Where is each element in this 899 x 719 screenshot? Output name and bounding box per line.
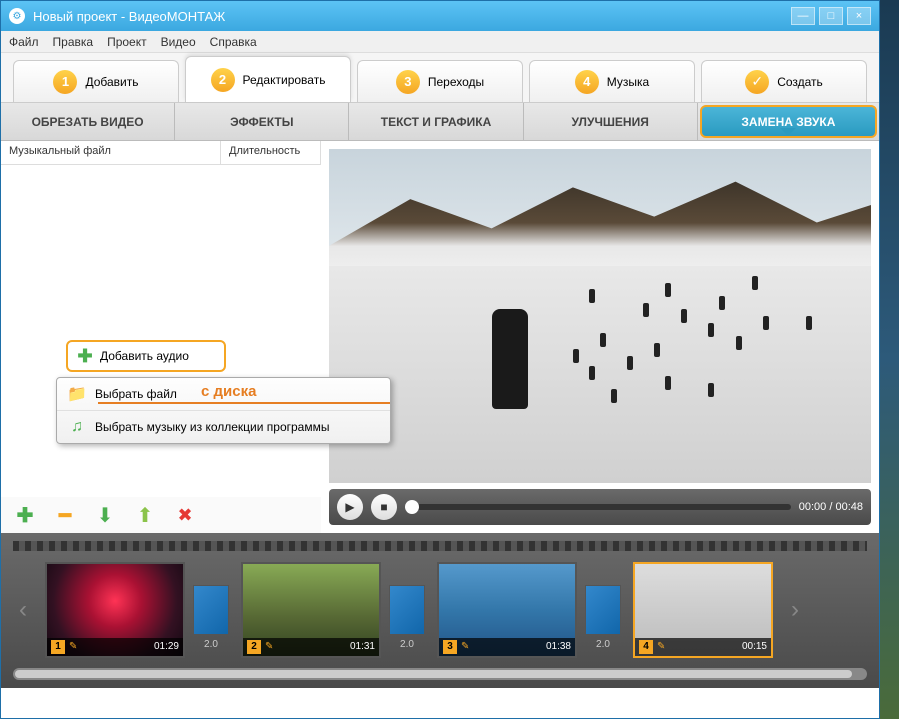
timeline: ‹ 1 ✎ 01:29 2.0 2: [1, 533, 879, 688]
clip-3-num: 3: [443, 640, 457, 654]
plus-icon: ✚: [76, 347, 94, 365]
list-remove-button[interactable]: ━: [53, 503, 77, 527]
list-header: Музыкальный файл Длительность: [1, 141, 321, 165]
step-add-label: Добавить: [85, 75, 138, 89]
tab-create[interactable]: ✓ Создать: [701, 60, 867, 102]
clips-row: ‹ 1 ✎ 01:29 2.0 2: [13, 557, 867, 662]
clip-1[interactable]: 1 ✎ 01:29: [45, 562, 185, 658]
annotation-text: с диска: [201, 383, 256, 400]
app-window: ⚙ Новый проект - ВидеоМОНТАЖ — □ × Файл …: [0, 0, 880, 719]
menubar: Файл Правка Проект Видео Справка: [1, 31, 879, 53]
menu-video[interactable]: Видео: [161, 35, 196, 49]
add-audio-label: Добавить аудио: [100, 349, 189, 363]
col-file[interactable]: Музыкальный файл: [1, 141, 221, 164]
app-icon: ⚙: [9, 8, 25, 24]
step-check-icon: ✓: [745, 70, 769, 94]
clip-2-time: 01:31: [350, 641, 375, 652]
preview-scene: [329, 149, 871, 483]
clip-4-edit-icon[interactable]: ✎: [657, 641, 665, 652]
clip-4-time: 00:15: [742, 641, 767, 652]
timeline-prev[interactable]: ‹: [13, 580, 33, 640]
clip-3[interactable]: 3 ✎ 01:38: [437, 562, 577, 658]
step-edit-label: Редактировать: [243, 73, 326, 87]
menu-project[interactable]: Проект: [107, 35, 147, 49]
video-preview[interactable]: [329, 149, 871, 483]
choose-collection-label: Выбрать музыку из коллекции программы: [95, 420, 329, 434]
add-audio-button[interactable]: ✚ Добавить аудио: [66, 340, 226, 372]
step-tabs: 1 Добавить 2 Редактировать 3 Переходы 4 …: [1, 53, 879, 103]
step-4-icon: 4: [575, 70, 599, 94]
step-create-label: Создать: [777, 75, 823, 89]
clip-1-num: 1: [51, 640, 65, 654]
film-strip-top: [13, 541, 867, 551]
col-duration[interactable]: Длительность: [221, 141, 321, 164]
audio-list: ✚ Добавить аудио 📁 Выбрать файл ♫ Выбрат…: [1, 165, 321, 497]
transition-1[interactable]: 2.0: [193, 585, 229, 635]
transition-2-label: 2.0: [390, 639, 424, 650]
transition-2[interactable]: 2.0: [389, 585, 425, 635]
step-1-icon: 1: [53, 70, 77, 94]
transition-3[interactable]: 2.0: [585, 585, 621, 635]
timeline-next[interactable]: ›: [785, 580, 805, 640]
tab-transitions[interactable]: 3 Переходы: [357, 60, 523, 102]
clip-1-edit-icon[interactable]: ✎: [69, 641, 77, 652]
folder-icon: 📁: [67, 384, 87, 404]
music-icon: ♫: [67, 417, 87, 437]
menu-file[interactable]: Файл: [9, 35, 39, 49]
clip-1-time: 01:29: [154, 641, 179, 652]
annotation-underline: [98, 402, 390, 404]
subtab-effects[interactable]: ЭФФЕКТЫ: [175, 103, 349, 140]
minimize-button[interactable]: —: [791, 7, 815, 25]
timeline-scroll-thumb[interactable]: [15, 670, 852, 678]
step-music-label: Музыка: [607, 75, 649, 89]
main-area: Музыкальный файл Длительность ✚ Добавить…: [1, 141, 879, 533]
titlebar: ⚙ Новый проект - ВидеоМОНТАЖ — □ ×: [1, 1, 879, 31]
list-actions: ✚ ━ ⬇ ⬆ ✖: [1, 497, 321, 533]
list-delete-button[interactable]: ✖: [173, 503, 197, 527]
play-button[interactable]: ▶: [337, 494, 363, 520]
time-display: 00:00 / 00:48: [799, 501, 863, 513]
progress-slider[interactable]: [405, 504, 791, 510]
list-up-button[interactable]: ⬆: [133, 503, 157, 527]
list-add-button[interactable]: ✚: [13, 503, 37, 527]
tab-edit[interactable]: 2 Редактировать: [185, 56, 351, 102]
choose-file-label: Выбрать файл: [95, 387, 177, 401]
subtab-text[interactable]: ТЕКСТ И ГРАФИКА: [349, 103, 523, 140]
menu-edit[interactable]: Правка: [53, 35, 94, 49]
maximize-button[interactable]: □: [819, 7, 843, 25]
step-2-icon: 2: [211, 68, 235, 92]
menu-help[interactable]: Справка: [210, 35, 257, 49]
close-button[interactable]: ×: [847, 7, 871, 25]
timeline-scrollbar[interactable]: [13, 668, 867, 680]
clip-2[interactable]: 2 ✎ 01:31: [241, 562, 381, 658]
audio-list-panel: Музыкальный файл Длительность ✚ Добавить…: [1, 141, 321, 533]
clip-4[interactable]: 4 ✎ 00:15: [633, 562, 773, 658]
subtab-trim[interactable]: ОБРЕЗАТЬ ВИДЕО: [1, 103, 175, 140]
step-3-icon: 3: [396, 70, 420, 94]
subtab-improve[interactable]: УЛУЧШЕНИЯ: [524, 103, 698, 140]
menu-choose-collection[interactable]: ♫ Выбрать музыку из коллекции программы: [57, 411, 390, 443]
transition-3-label: 2.0: [586, 639, 620, 650]
preview-area: ▶ ■ 00:00 / 00:48: [321, 141, 879, 533]
transition-1-label: 2.0: [194, 639, 228, 650]
clip-2-edit-icon[interactable]: ✎: [265, 641, 273, 652]
clip-4-num: 4: [639, 640, 653, 654]
window-title: Новый проект - ВидеоМОНТАЖ: [33, 9, 791, 24]
sub-tabs: ОБРЕЗАТЬ ВИДЕО ЭФФЕКТЫ ТЕКСТ И ГРАФИКА У…: [1, 103, 879, 141]
step-transitions-label: Переходы: [428, 75, 484, 89]
clip-3-time: 01:38: [546, 641, 571, 652]
progress-thumb[interactable]: [405, 500, 419, 514]
clip-3-edit-icon[interactable]: ✎: [461, 641, 469, 652]
clip-2-num: 2: [247, 640, 261, 654]
subtab-audio[interactable]: ЗАМЕНА ЗВУКА: [700, 105, 877, 138]
tab-add[interactable]: 1 Добавить: [13, 60, 179, 102]
player-bar: ▶ ■ 00:00 / 00:48: [329, 489, 871, 525]
list-down-button[interactable]: ⬇: [93, 503, 117, 527]
tab-music[interactable]: 4 Музыка: [529, 60, 695, 102]
stop-button[interactable]: ■: [371, 494, 397, 520]
